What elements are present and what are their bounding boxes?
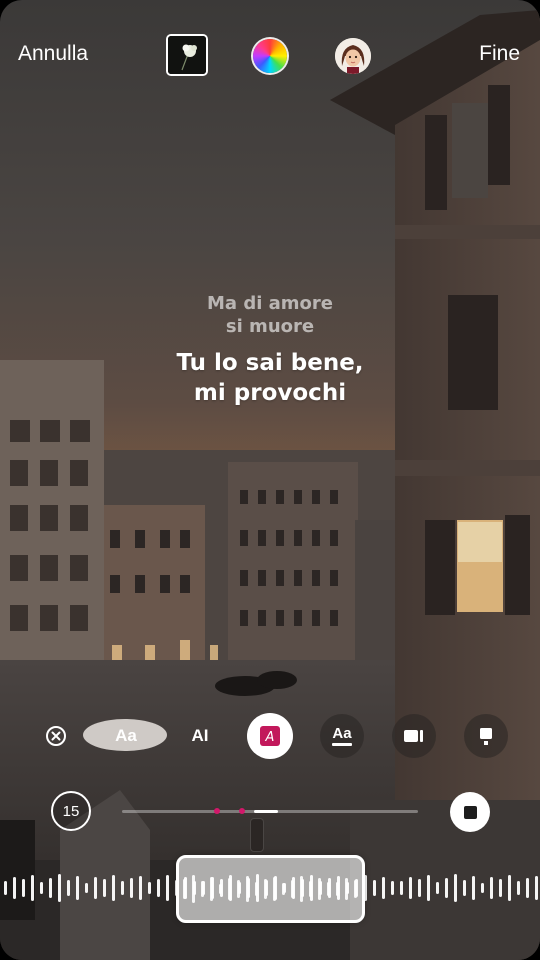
playhead-handle[interactable]: [250, 818, 264, 852]
highlight-a-icon: A: [260, 726, 280, 746]
waveform-bar: [427, 875, 430, 901]
avatar[interactable]: [335, 38, 371, 74]
text-style-icon: Aa: [332, 725, 352, 742]
progress-marker: [214, 808, 220, 814]
waveform-bar: [490, 877, 493, 899]
selected-waveform: [183, 875, 357, 903]
waveform-bar: [418, 879, 421, 897]
font-size-icon: Aa: [115, 726, 137, 745]
story-editor: Annulla Fine Ma di amore si muore Tu lo …: [0, 0, 540, 960]
waveform-bar: [103, 879, 106, 897]
waveform-bar: [300, 876, 303, 902]
waveform-bar: [139, 876, 142, 900]
waveform-bar: [508, 875, 511, 901]
waveform-bar: [157, 879, 160, 897]
waveform-bar: [228, 878, 231, 900]
waveform-bar: [526, 878, 529, 898]
lyric-line: Tu lo sai bene,: [176, 350, 364, 376]
waveform-bar: [31, 875, 34, 901]
stop-button[interactable]: [450, 792, 490, 832]
highlight-a-glyph: A: [265, 730, 275, 745]
close-circle-icon: [46, 726, 66, 746]
video-mode-button[interactable]: [392, 714, 436, 758]
video-icon: [404, 730, 423, 742]
waveform-bar: [148, 882, 151, 894]
underline-bar: [332, 743, 352, 746]
progress-fill: [254, 810, 278, 813]
clip-selector[interactable]: [176, 855, 365, 923]
waveform-bar: [481, 883, 484, 893]
waveform-bar: [219, 884, 222, 894]
lyrics-previous[interactable]: Ma di amore si muore: [0, 292, 540, 338]
waveform-bar: [246, 876, 249, 902]
cancel-button[interactable]: Annulla: [18, 42, 88, 66]
waveform-bar: [183, 879, 186, 899]
waveform-bar: [327, 882, 330, 896]
progress-marker: [239, 808, 245, 814]
editor-header: Annulla Fine: [0, 30, 540, 82]
waveform-bar: [201, 881, 204, 897]
waveform-bar: [436, 882, 439, 894]
waveform-bar: [49, 878, 52, 898]
waveform-bar: [94, 877, 97, 899]
waveform-bar: [535, 876, 538, 900]
waveform-bar: [336, 882, 339, 896]
waveform-bar: [454, 874, 457, 902]
lyric-line: Ma di amore: [207, 293, 333, 314]
waveform-bar: [400, 881, 403, 895]
waveform-bar: [4, 881, 7, 895]
lyric-line: mi provochi: [193, 380, 347, 406]
waveform-bar: [13, 877, 16, 899]
progress-track[interactable]: [122, 808, 418, 814]
waveform-bar: [76, 876, 79, 900]
waveform-bar: [517, 881, 520, 895]
waveform-bar: [373, 880, 376, 896]
font-size-button[interactable]: Aa: [104, 714, 148, 758]
waveform-bar: [382, 877, 385, 899]
waveform-bar: [391, 881, 394, 895]
waveform-bar: [112, 875, 115, 901]
waveform-bar: [237, 880, 240, 898]
waveform-bar: [264, 879, 267, 899]
waveform-bar: [273, 877, 276, 901]
waveform-bar: [58, 874, 61, 902]
text-cursor-icon: AI: [191, 726, 209, 745]
waveform-bar: [309, 881, 312, 897]
waveform-bar: [22, 879, 25, 897]
done-button[interactable]: Fine: [479, 42, 520, 66]
lyrics-current[interactable]: Tu lo sai bene, mi provochi: [0, 348, 540, 408]
stop-icon: [463, 805, 477, 819]
media-thumbnail[interactable]: [166, 34, 208, 76]
waveform-bar: [67, 880, 70, 896]
waveform-bar: [499, 879, 502, 897]
waveform-bar: [255, 882, 258, 896]
waveform-bar: [210, 877, 213, 901]
waveform-bar: [192, 875, 195, 903]
waveform-bar: [291, 880, 294, 898]
waveform-bar: [318, 878, 321, 900]
highlight-style-button[interactable]: A: [247, 713, 293, 759]
waveform-bar: [282, 883, 285, 895]
text-animation-button[interactable]: AI: [178, 714, 222, 758]
color-picker-button[interactable]: [253, 39, 287, 73]
memoji-avatar-icon: [335, 38, 371, 74]
waveform-bar: [354, 880, 357, 898]
card-style-button[interactable]: [464, 714, 508, 758]
text-style-button[interactable]: Aa: [320, 714, 364, 758]
waveform-bar: [130, 878, 133, 898]
waveform-bar: [409, 877, 412, 899]
waveform-bar: [85, 883, 88, 893]
waveform-bar: [463, 880, 466, 896]
waveform-bar: [445, 878, 448, 898]
waveform-bar: [40, 882, 43, 894]
remove-sticker-button[interactable]: [34, 714, 78, 758]
card-icon: [480, 728, 492, 745]
lyric-line: si muore: [225, 316, 315, 337]
flower-image: [168, 36, 206, 74]
waveform-bar: [345, 878, 348, 900]
waveform-bar: [166, 875, 169, 901]
waveform-bar: [472, 876, 475, 900]
waveform-bar: [121, 881, 124, 895]
duration-button[interactable]: 15: [51, 791, 91, 831]
